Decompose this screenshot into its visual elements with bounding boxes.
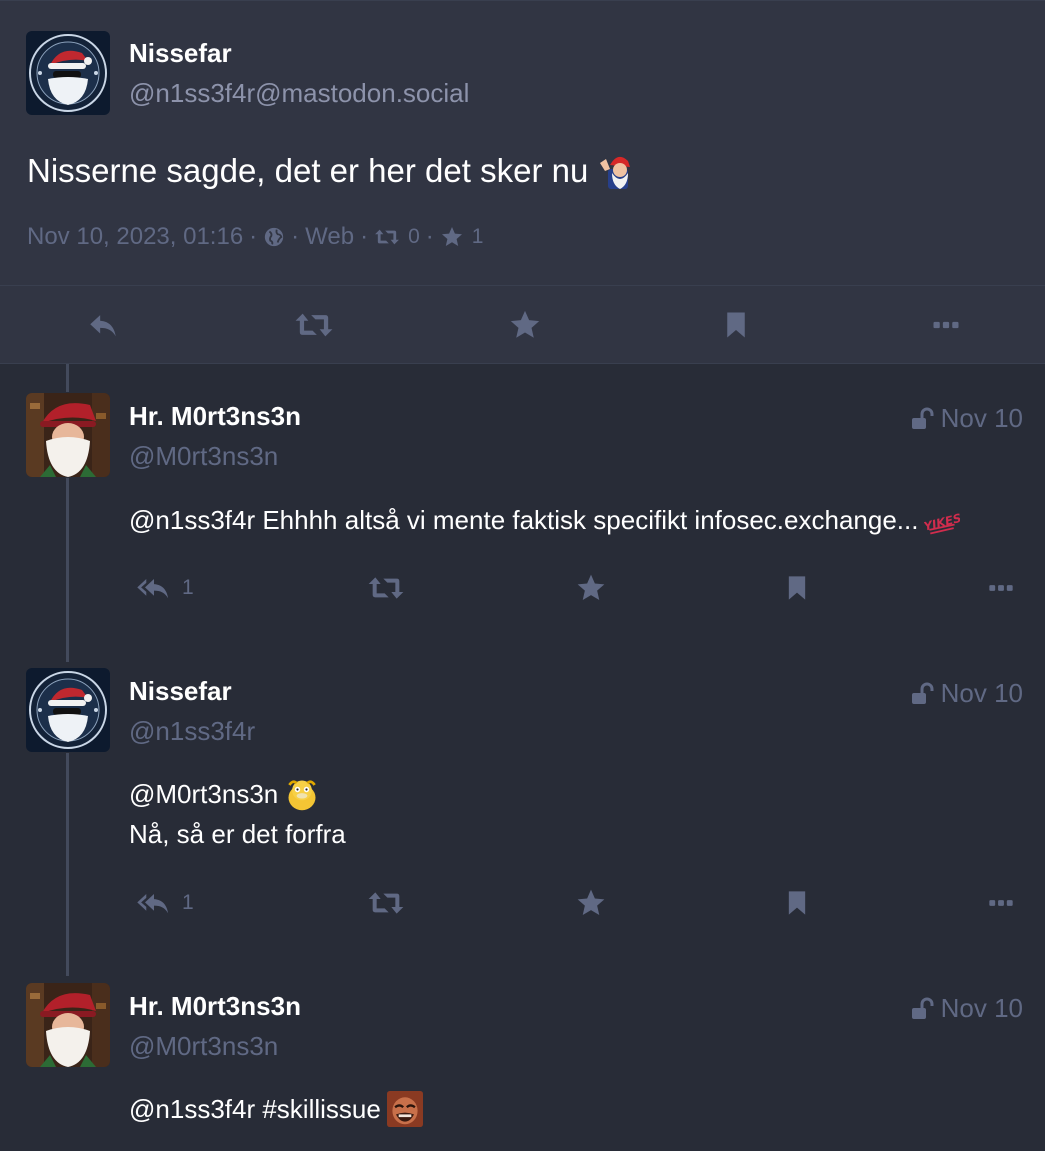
- display-name[interactable]: Hr. M0rt3ns3n: [129, 401, 301, 432]
- star-icon: [575, 887, 607, 919]
- display-name[interactable]: Hr. M0rt3ns3n: [129, 991, 301, 1022]
- status-text: @n1ss3f4r Ehhhh altså vi mente faktisk s…: [129, 505, 919, 535]
- boost-icon: [367, 887, 405, 919]
- status-timestamp[interactable]: Nov 10, 2023, 01:16: [27, 223, 243, 251]
- reply-button[interactable]: 1: [136, 883, 194, 923]
- meta-separator: ·: [249, 223, 258, 250]
- reply-button[interactable]: [68, 286, 138, 363]
- bookmark-icon: [721, 309, 751, 341]
- laughing-man-emoji: [386, 1091, 423, 1127]
- reply-icon: [85, 308, 121, 342]
- display-name[interactable]: Nissefar: [129, 676, 232, 707]
- status-content: Nisserne sagde, det er her det sker nu: [27, 151, 636, 191]
- meta-separator: ·: [425, 223, 434, 250]
- favourite-count-link[interactable]: 1: [440, 225, 484, 249]
- account-handle[interactable]: @n1ss3f4r@mastodon.social: [129, 78, 469, 109]
- focused-status: Nissefar @n1ss3f4r@mastodon.social Nisse…: [0, 0, 1045, 285]
- more-button[interactable]: [987, 568, 1015, 608]
- more-button[interactable]: [911, 286, 981, 363]
- yikes-emoji: YIKES: [924, 511, 960, 535]
- display-name[interactable]: Nissefar: [129, 38, 232, 69]
- reply-action-bar: 1: [0, 568, 1045, 608]
- star-icon: [440, 225, 464, 249]
- bookmark-button[interactable]: [701, 286, 771, 363]
- meta-separator: ·: [360, 223, 369, 250]
- status-time-text: Nov 10: [940, 403, 1023, 433]
- bookmark-icon: [783, 888, 811, 918]
- boost-button[interactable]: [367, 883, 405, 923]
- account-handle[interactable]: @n1ss3f4r: [129, 716, 255, 747]
- reply-action-bar: 1: [0, 883, 1045, 923]
- globe-icon: [263, 226, 285, 248]
- avatar[interactable]: [26, 393, 110, 477]
- status-time[interactable]: Nov 10: [909, 993, 1023, 1024]
- status-text: Nå, så er det forfra: [129, 819, 346, 849]
- status-time[interactable]: Nov 10: [909, 403, 1023, 434]
- reply-count: 1: [182, 576, 194, 599]
- reply-all-icon: [136, 887, 172, 919]
- status-content: @M0rt3ns3n Nå, så er det forfra: [129, 774, 346, 854]
- avatar[interactable]: [26, 31, 110, 115]
- boost-button[interactable]: [279, 286, 349, 363]
- santa-logo-avatar: [26, 668, 110, 752]
- avatar[interactable]: [26, 668, 110, 752]
- unlock-icon: [909, 407, 935, 431]
- status-content: @n1ss3f4r Ehhhh altså vi mente faktisk s…: [129, 500, 960, 540]
- boost-icon: [374, 226, 400, 248]
- favourite-button[interactable]: [490, 286, 560, 363]
- more-icon: [931, 310, 961, 340]
- santa-portrait-avatar: [26, 983, 110, 1067]
- reply-status[interactable]: Hr. M0rt3ns3n @M0rt3ns3n Nov 10 @n1ss3f4…: [0, 983, 1045, 1151]
- favourite-button[interactable]: [575, 568, 607, 608]
- star-icon: [575, 572, 607, 604]
- bookmark-button[interactable]: [783, 568, 811, 608]
- avatar[interactable]: [26, 983, 110, 1067]
- reply-count: 1: [182, 891, 194, 914]
- santa-portrait-avatar: [26, 393, 110, 477]
- boost-count-link[interactable]: 0: [374, 225, 420, 249]
- favourite-button[interactable]: [575, 883, 607, 923]
- star-icon: [508, 308, 542, 342]
- favourite-count: 1: [471, 225, 484, 248]
- boost-icon: [294, 308, 334, 342]
- account-handle[interactable]: @M0rt3ns3n: [129, 441, 278, 472]
- more-button[interactable]: [987, 883, 1015, 923]
- more-icon: [987, 574, 1015, 602]
- gnome-waving-emoji: [600, 156, 631, 189]
- bookmark-button[interactable]: [783, 883, 811, 923]
- status-text: Nisserne sagde, det er her det sker nu: [27, 152, 589, 189]
- status-text: @n1ss3f4r #skillissue: [129, 1094, 381, 1124]
- status-time-text: Nov 10: [940, 993, 1023, 1023]
- account-handle[interactable]: @M0rt3ns3n: [129, 1031, 278, 1062]
- reply-all-icon: [136, 572, 172, 604]
- bookmark-icon: [783, 573, 811, 603]
- status-mention[interactable]: @M0rt3ns3n: [129, 774, 278, 814]
- reply-status[interactable]: Nissefar @n1ss3f4r Nov 10 @M0rt3ns3n Nå,…: [0, 668, 1045, 928]
- status-time-text: Nov 10: [940, 678, 1023, 708]
- status-meta: Nov 10, 2023, 01:16 · · Web · 0 · 1: [27, 223, 483, 251]
- reply-button[interactable]: 1: [136, 568, 194, 608]
- psyduck-emoji: [288, 780, 316, 811]
- status-application: Web: [305, 223, 355, 250]
- santa-logo-avatar: [26, 31, 110, 115]
- more-icon: [987, 889, 1015, 917]
- boost-count: 0: [408, 225, 420, 248]
- boost-icon: [367, 572, 405, 604]
- thread-line: [66, 364, 69, 392]
- reply-status[interactable]: Hr. M0rt3ns3n @M0rt3ns3n Nov 10 @n1ss3f4…: [0, 393, 1045, 613]
- unlock-icon: [909, 682, 935, 706]
- boost-button[interactable]: [367, 568, 405, 608]
- status-time[interactable]: Nov 10: [909, 678, 1023, 709]
- unlock-icon: [909, 997, 935, 1021]
- status-content: @n1ss3f4r #skillissue: [129, 1089, 423, 1129]
- focused-action-bar: [0, 285, 1045, 364]
- meta-separator: ·: [291, 223, 300, 250]
